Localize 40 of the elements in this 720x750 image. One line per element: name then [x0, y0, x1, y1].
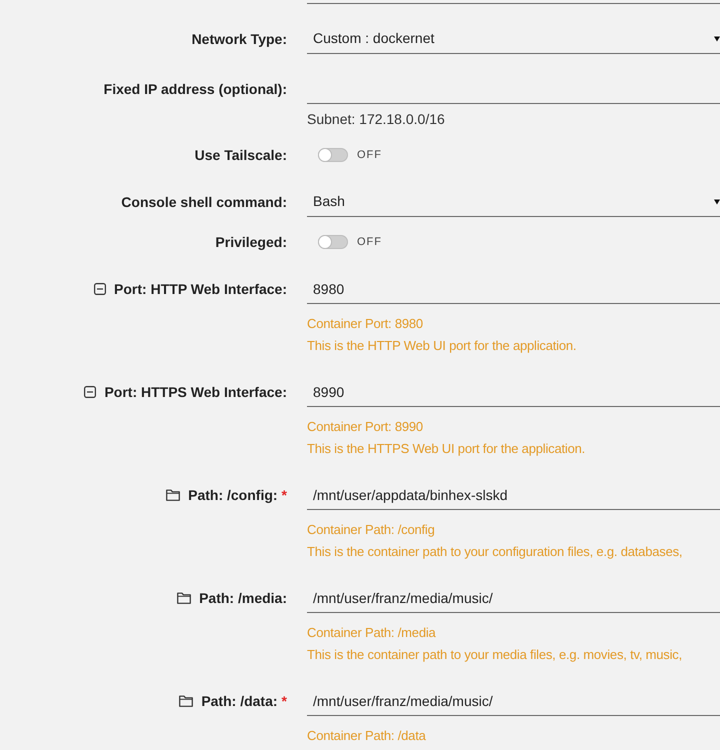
help-text: Container Port: 8980 — [307, 315, 423, 333]
field-label: Use Tailscale: — [194, 146, 287, 164]
caret-icon — [714, 36, 720, 42]
toggle-state-label: OFF — [357, 148, 382, 163]
required-marker: * — [282, 486, 287, 504]
field-label: Port: HTTP Web Interface: — [114, 280, 287, 298]
help-text: This is the container path to your media files, e.g. movies, tv, music, — [307, 646, 682, 664]
folder-icon — [177, 592, 192, 604]
field-label: Fixed IP address (optional): — [104, 80, 287, 99]
help-text: This is the HTTPS Web UI port for the application. — [307, 440, 586, 458]
help-text: Container Path: /media — [307, 624, 436, 642]
toggle-switch[interactable] — [318, 235, 348, 249]
input-field[interactable]: /mnt/user/appdata/binhex-slskd — [307, 480, 720, 510]
minus-square-icon — [84, 386, 96, 398]
dropdown[interactable]: Bash — [307, 187, 720, 217]
input-field[interactable]: /mnt/user/franz/media/music/ — [307, 686, 720, 716]
field-label: Privileged: — [215, 232, 287, 252]
folder-icon — [179, 695, 194, 707]
toggle-switch[interactable] — [318, 148, 348, 162]
folder-icon — [166, 489, 180, 501]
input-field[interactable]: 8980 — [307, 274, 720, 304]
field-label: Port: HTTPS Web Interface: — [104, 382, 287, 402]
help-text: This is the container path to your configuration files, e.g. databases, — [307, 543, 682, 561]
required-marker: * — [282, 692, 287, 710]
help-text: Container Port: 8990 — [307, 418, 423, 436]
field-label: Path: /data: — [201, 692, 278, 710]
field-label: Path: /media: — [199, 588, 287, 608]
field-label: Console shell command: — [121, 192, 287, 212]
subnet-hint: Subnet: 172.18.0.0/16 — [307, 110, 445, 129]
caret-icon — [714, 198, 720, 204]
minus-square-icon — [94, 283, 106, 295]
field-label: Path: /config: — [188, 486, 278, 505]
dropdown[interactable]: Custom : dockernet — [307, 24, 720, 54]
help-text: Container Path: /config — [307, 521, 435, 539]
field-label: Network Type: — [192, 30, 287, 49]
help-text: Container Path: /data — [307, 727, 426, 745]
help-text: This is the HTTP Web UI port for the application. — [307, 337, 576, 355]
toggle-state-label: OFF — [357, 234, 382, 250]
input-field[interactable]: /mnt/user/franz/media/music/ — [307, 583, 720, 613]
input-field[interactable]: 8990 — [307, 377, 720, 407]
